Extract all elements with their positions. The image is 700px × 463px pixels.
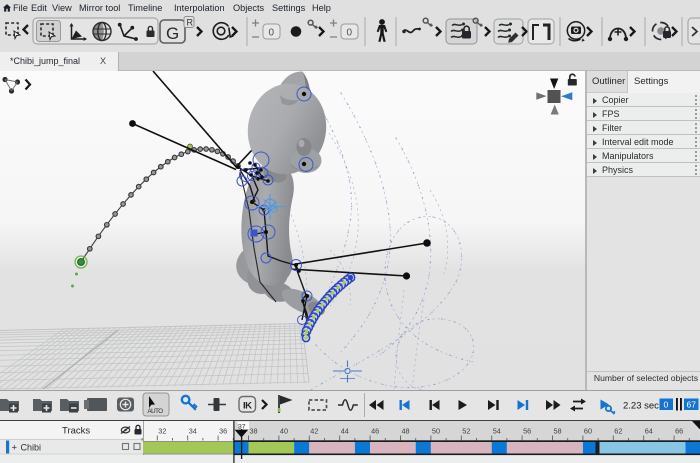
svg-text:32: 32 xyxy=(158,427,166,436)
svg-text:56: 56 xyxy=(523,427,531,436)
svg-text:62: 62 xyxy=(614,427,622,436)
svg-text:R: R xyxy=(187,18,194,28)
svg-text:34: 34 xyxy=(189,427,197,436)
svg-text:0: 0 xyxy=(269,28,275,39)
svg-text:58: 58 xyxy=(554,427,562,436)
svg-text:52: 52 xyxy=(462,427,470,436)
svg-text:50: 50 xyxy=(432,427,440,436)
svg-text:+: + xyxy=(12,443,18,454)
svg-text:36: 36 xyxy=(219,427,227,436)
svg-text:G: G xyxy=(166,24,179,43)
svg-text:54: 54 xyxy=(493,427,501,436)
svg-text:38: 38 xyxy=(250,427,258,436)
svg-text:67: 67 xyxy=(687,400,697,410)
svg-text:48: 48 xyxy=(402,427,410,436)
svg-text:42: 42 xyxy=(310,427,318,436)
svg-text:40: 40 xyxy=(280,427,288,436)
svg-text:64: 64 xyxy=(645,427,653,436)
svg-text:Tracks: Tracks xyxy=(62,426,90,437)
svg-text:IK: IK xyxy=(243,401,252,412)
svg-text:66: 66 xyxy=(675,427,683,436)
svg-text:2.23 sec: 2.23 sec xyxy=(623,401,659,412)
svg-text:0: 0 xyxy=(347,28,353,39)
svg-text:AUTO: AUTO xyxy=(148,408,164,415)
svg-text:0: 0 xyxy=(664,400,669,410)
svg-text:Chibi: Chibi xyxy=(21,443,42,453)
svg-text:44: 44 xyxy=(341,427,349,436)
svg-text:60: 60 xyxy=(584,427,592,436)
svg-text:46: 46 xyxy=(371,427,379,436)
